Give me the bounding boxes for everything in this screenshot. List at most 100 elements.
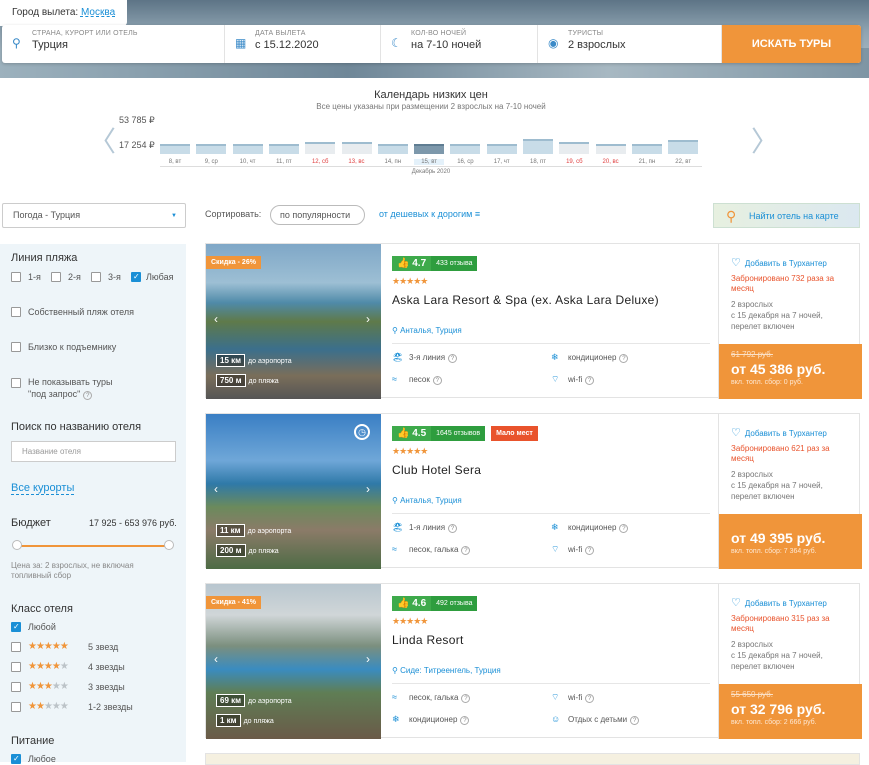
search-tours-button[interactable]: ИСКАТЬ ТУРЫ (722, 25, 861, 63)
sort-cheap-button[interactable]: от дешевых к дорогим ≡ (379, 209, 480, 219)
date-value: с 15.12.2020 (255, 39, 319, 51)
photo-next-arrow[interactable]: › (366, 482, 370, 496)
hotel-feature: ⌔ wi-fi? (551, 374, 595, 385)
rating-block[interactable]: 👍 4.7 433 отзыва (392, 256, 478, 271)
no-request-checkbox[interactable] (11, 378, 21, 388)
class-3-checkbox[interactable] (11, 682, 21, 692)
calendar-day-bar[interactable] (450, 143, 481, 154)
hotel-name[interactable]: Aska Lara Resort & Spa (ex. Aska Lara De… (392, 293, 659, 307)
hotel-card[interactable]: Скидка - 26% ‹ › 15 км до аэропорта 750 м… (205, 243, 862, 399)
beach-1-checkbox[interactable] (11, 272, 21, 282)
hotel-feature: 🏖 1-я линия? (392, 522, 458, 533)
fuel-tax: вкл. топл. сбор: 7 364 руб. (731, 548, 817, 555)
sort-popular-button[interactable]: по популярности (270, 205, 365, 225)
photo-prev-arrow[interactable]: ‹ (214, 312, 218, 326)
class-5-checkbox[interactable] (11, 642, 21, 652)
tour-flight: перелет включен (731, 661, 795, 671)
class-4-checkbox[interactable] (11, 662, 21, 672)
budget-slider-track[interactable] (16, 545, 169, 547)
hotel-name[interactable]: Club Hotel Sera (392, 463, 481, 477)
help-icon[interactable]: ? (83, 391, 93, 400)
destination-field[interactable]: ⚲ СТРАНА, КУРОРТ ИЛИ ОТЕЛЬ Турция (2, 25, 225, 63)
hotel-photo[interactable]: ◷ ‹ › 11 км до аэропорта 200 м до пляжа (206, 414, 381, 569)
help-icon[interactable]: ? (432, 376, 442, 385)
calendar-day-bar[interactable] (196, 143, 227, 154)
photo-prev-arrow[interactable]: ‹ (214, 482, 218, 496)
help-icon[interactable]: ? (585, 546, 595, 555)
calendar-day-bar[interactable] (486, 143, 517, 154)
hotel-location[interactable]: ⚲ Анталья, Турция (392, 496, 462, 505)
hotel-location[interactable]: ⚲ Анталья, Турция (392, 326, 462, 335)
help-icon[interactable]: ? (461, 694, 471, 703)
help-icon[interactable]: ? (630, 716, 640, 725)
tourists-field[interactable]: ◉ ТУРИСТЫ 2 взрослых (538, 25, 722, 63)
price-button[interactable]: 55 650 руб. от 32 796 руб. вкл. топл. сб… (719, 684, 862, 739)
help-icon[interactable]: ? (448, 524, 458, 533)
reviews-count[interactable]: 433 отзыва (431, 256, 478, 271)
beach-2-checkbox[interactable] (51, 272, 61, 282)
calendar-day-bar[interactable] (341, 141, 372, 154)
calendar-day-bar[interactable] (232, 143, 263, 154)
departure-city: Город вылета: Москва (0, 0, 128, 26)
weather-dropdown[interactable]: Погода - Турция ▼ (2, 203, 186, 228)
hotel-card[interactable]: ◷ ‹ › 11 км до аэропорта 200 м до пляжа 👍 … (205, 413, 862, 569)
hotel-feature: ≈ песок? (392, 374, 442, 385)
help-icon[interactable]: ? (460, 716, 470, 725)
photo-next-arrow[interactable]: › (366, 312, 370, 326)
tour-dates: с 15 декабря на 7 ночей, (731, 310, 823, 320)
help-icon[interactable]: ? (585, 694, 595, 703)
find-on-map-button[interactable]: ⚲ Найти отель на карте (713, 203, 860, 228)
class-12-checkbox[interactable] (11, 702, 21, 712)
calendar-day-bar[interactable] (559, 141, 590, 154)
calendar-day-bar[interactable] (631, 143, 662, 154)
calendar-day-bar[interactable] (268, 143, 299, 154)
help-icon[interactable]: ? (619, 524, 629, 533)
photo-prev-arrow[interactable]: ‹ (214, 652, 218, 666)
rating-block[interactable]: 👍 4.6 492 отзыва (392, 596, 478, 611)
calendar-prev-arrow[interactable]: 〈 (88, 120, 116, 160)
hotel-photo[interactable]: Скидка - 41% ‹ › 69 км до аэропорта 1 км д… (206, 584, 381, 739)
calendar-day-bar[interactable] (595, 143, 626, 154)
price-button[interactable]: 61 792 руб. от 45 386 руб. вкл. топл. сб… (719, 344, 862, 399)
budget-slider-max-handle[interactable] (164, 540, 174, 550)
reviews-count[interactable]: 492 отзыва (431, 596, 478, 611)
help-icon[interactable]: ? (448, 354, 458, 363)
reviews-count[interactable]: 1645 отзывов (431, 426, 486, 441)
add-favorite-button[interactable]: ♡ Добавить в Турхантер (731, 256, 827, 269)
tour-details: 2 взрослых с 15 декабря на 7 ночей, переле… (731, 470, 856, 502)
class-any-checkbox[interactable] (11, 622, 21, 632)
add-favorite-button[interactable]: ♡ Добавить в Турхантер (731, 596, 827, 609)
help-icon[interactable]: ? (461, 546, 471, 555)
help-icon[interactable]: ? (585, 376, 595, 385)
beach-any-checkbox[interactable] (131, 272, 141, 282)
calendar-day-bar[interactable] (668, 140, 699, 154)
calendar-day-bar[interactable] (377, 143, 408, 154)
food-any-checkbox[interactable] (11, 754, 21, 764)
hotel-name-input[interactable]: Название отеля (11, 441, 176, 462)
calendar-day-bar[interactable] (523, 139, 553, 154)
price-button[interactable]: от 49 395 руб. вкл. топл. сбор: 7 364 ру… (719, 514, 862, 569)
departure-city-link[interactable]: Москва (81, 7, 115, 18)
hotel-location[interactable]: ⚲ Сиде: Титреенгель, Турция (392, 666, 501, 675)
budget-slider-min-handle[interactable] (12, 540, 22, 550)
calendar-day-bar[interactable] (305, 141, 336, 154)
calendar-day-label: 15, вт (414, 159, 445, 165)
rating-block[interactable]: 👍 4.5 1645 отзывов Мало мест (392, 426, 538, 441)
hotel-name[interactable]: Linda Resort (392, 633, 464, 647)
hotel-photo[interactable]: Скидка - 26% ‹ › 15 км до аэропорта 750 м… (206, 244, 381, 399)
nights-field[interactable]: ☾ КОЛ-ВО НОЧЕЙ на 7-10 ночей (381, 25, 538, 63)
near-lift-checkbox[interactable] (11, 342, 21, 352)
feature-label: песок, галька (409, 545, 459, 554)
date-field[interactable]: ▦ ДАТА ВЫЛЕТА с 15.12.2020 (225, 25, 381, 63)
calendar-day-bar[interactable] (414, 143, 445, 154)
calendar-next-arrow[interactable]: 〉 (751, 120, 779, 160)
photo-next-arrow[interactable]: › (366, 652, 370, 666)
old-price: 55 650 руб. (731, 690, 773, 699)
calendar-day-bar[interactable] (160, 143, 190, 154)
beach-3-checkbox[interactable] (91, 272, 101, 282)
own-beach-checkbox[interactable] (11, 307, 21, 317)
hotel-card[interactable]: Скидка - 41% ‹ › 69 км до аэропорта 1 км д… (205, 583, 862, 739)
add-favorite-button[interactable]: ♡ Добавить в Турхантер (731, 426, 827, 439)
help-icon[interactable]: ? (619, 354, 629, 363)
all-resorts-link[interactable]: Все курорты (11, 482, 75, 495)
